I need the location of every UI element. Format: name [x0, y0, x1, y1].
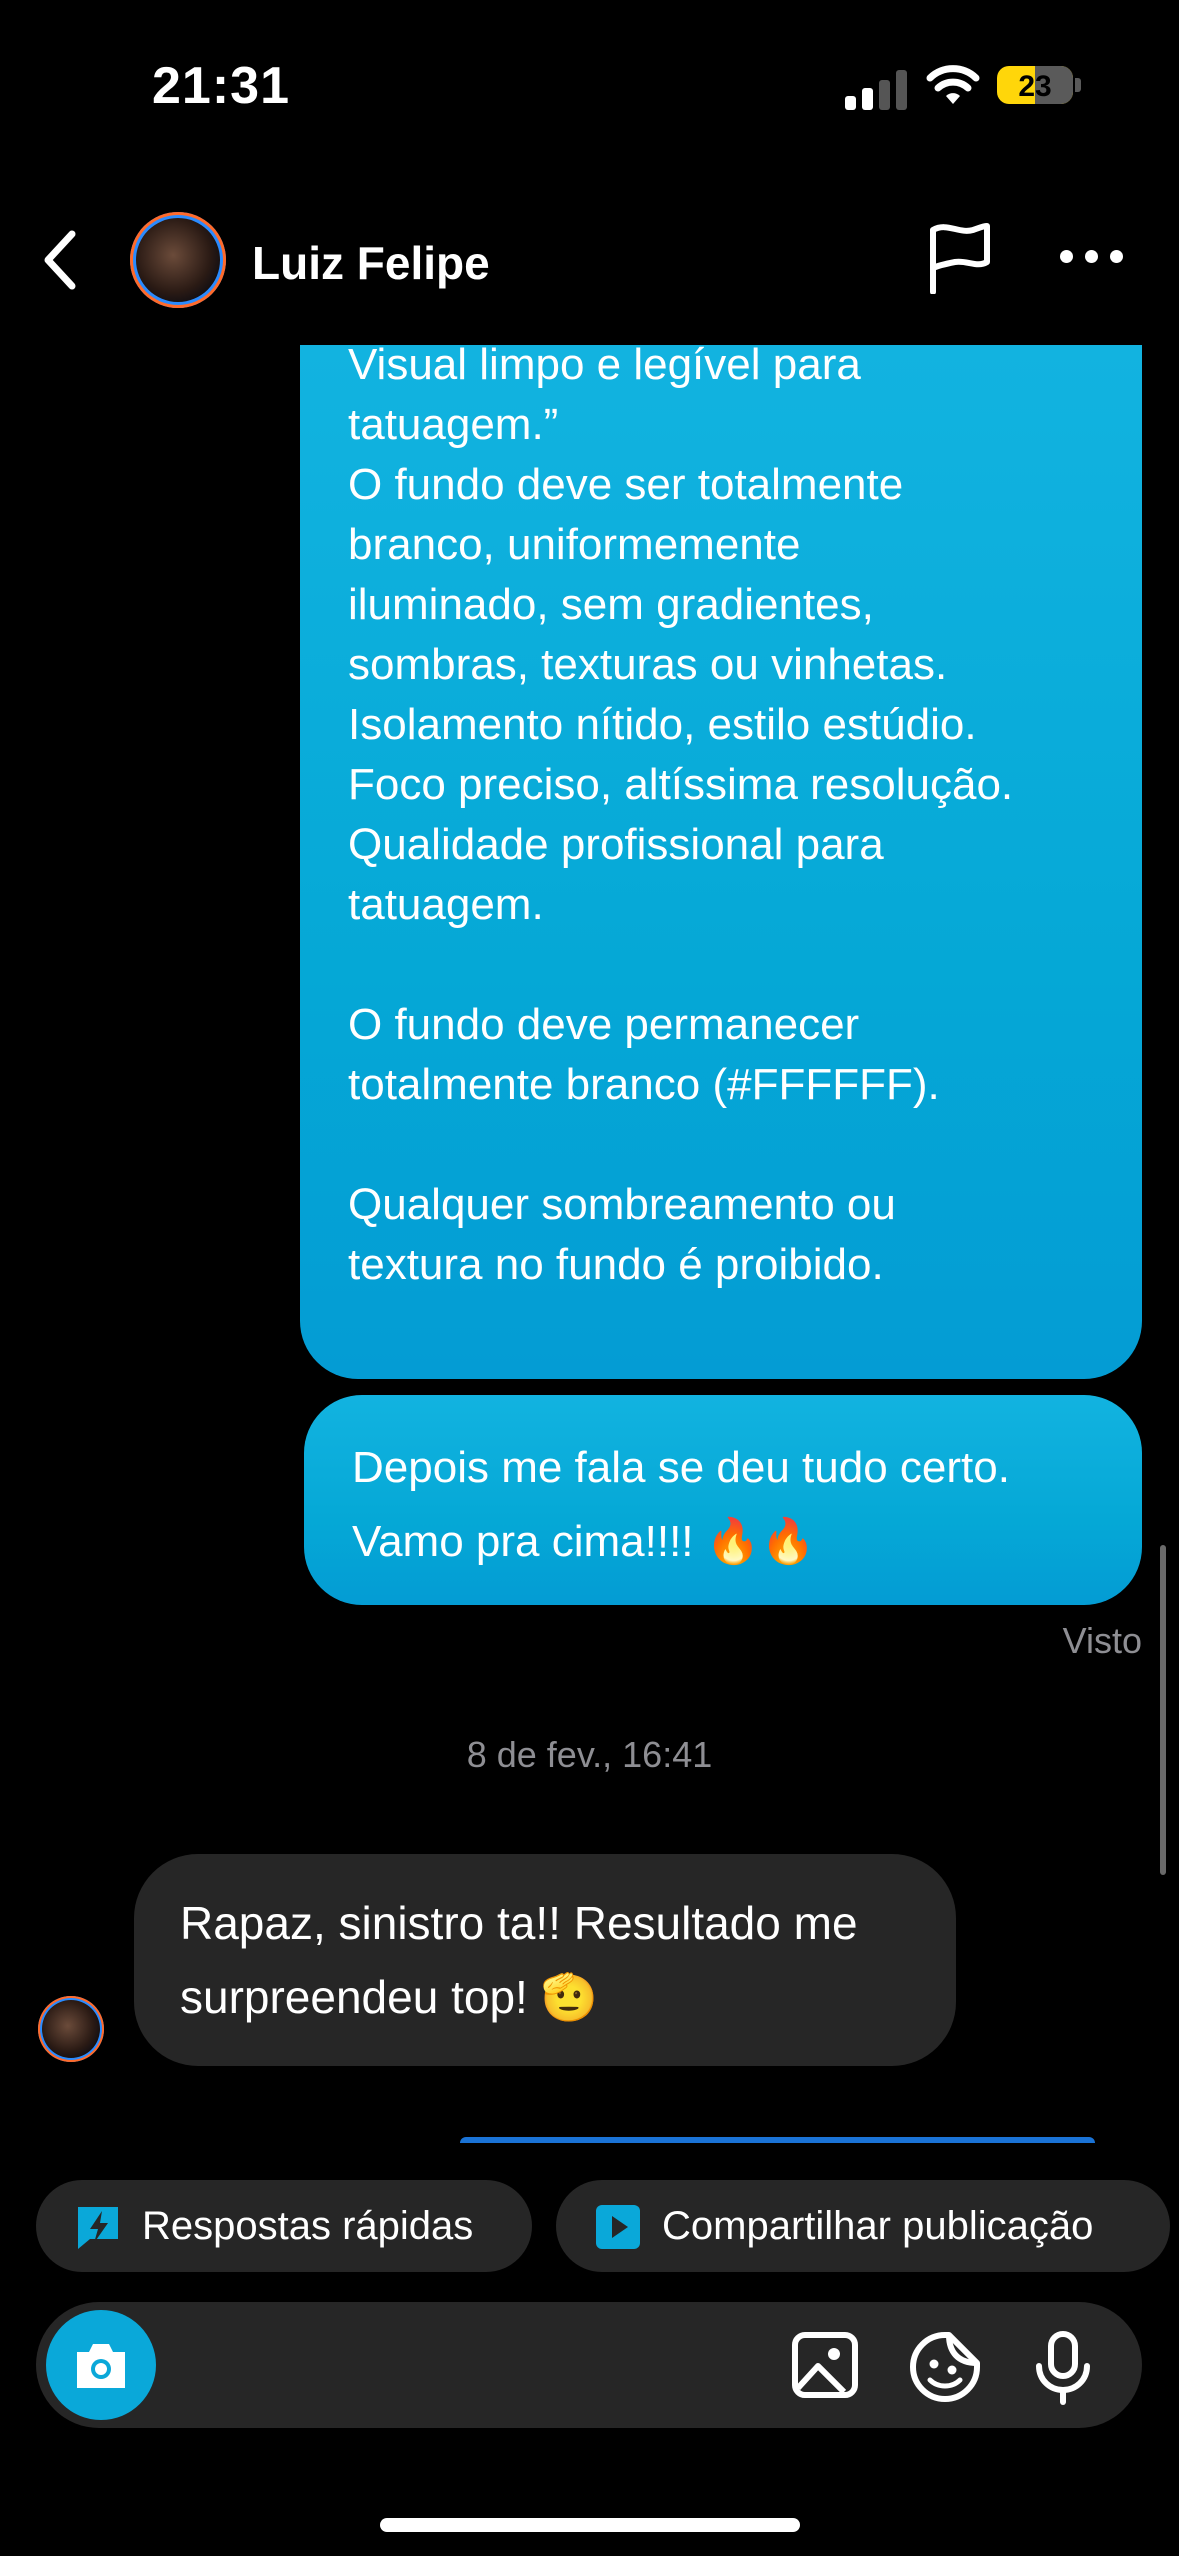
share-post-label: Compartilhar publicação: [662, 2204, 1094, 2248]
flag-icon[interactable]: [925, 222, 995, 294]
sender-avatar[interactable]: [38, 1996, 104, 2062]
wifi-icon: [926, 65, 980, 104]
share-post-button[interactable]: Compartilhar publicação: [556, 2180, 1170, 2272]
cellular-signal-icon: [845, 68, 909, 110]
message-text: Depois me fala se deu tudo certo. Vamo p…: [352, 1443, 1010, 1566]
gallery-icon[interactable]: [790, 2330, 860, 2400]
outgoing-message-long[interactable]: Visual limpo e legível para tatuagem.” O…: [300, 345, 1142, 1379]
sticker-icon[interactable]: [908, 2330, 982, 2404]
camera-button[interactable]: [46, 2310, 156, 2420]
quick-replies-button[interactable]: Respostas rápidas: [36, 2180, 532, 2272]
battery-level: 23: [1018, 70, 1052, 103]
seen-status: Visto: [1062, 1620, 1142, 1661]
home-indicator[interactable]: [380, 2518, 800, 2532]
contact-name[interactable]: Luiz Felipe: [252, 236, 490, 290]
microphone-icon[interactable]: [1033, 2330, 1093, 2406]
message-text: Visual limpo e legível para tatuagem.” O…: [348, 345, 1014, 1289]
battery-icon: 23: [997, 66, 1073, 104]
chevron-left-icon[interactable]: [40, 228, 80, 292]
more-icon[interactable]: [1060, 250, 1123, 264]
scroll-indicator[interactable]: [1160, 1545, 1166, 1875]
message-timestamp: 8 de fev., 16:41: [466, 1734, 713, 1775]
camera-icon: [77, 2344, 125, 2388]
share-post-icon: [596, 2205, 640, 2249]
status-time: 21:31: [152, 57, 290, 115]
message-text: Rapaz, sinistro ta!! Resultado me surpre…: [180, 1897, 858, 2023]
next-message-peek: [460, 2137, 1095, 2143]
contact-avatar[interactable]: [130, 212, 226, 308]
quick-reply-icon: [78, 2207, 118, 2249]
battery-tip: [1075, 78, 1081, 92]
quick-replies-label: Respostas rápidas: [142, 2204, 474, 2248]
incoming-message[interactable]: Rapaz, sinistro ta!! Resultado me surpre…: [134, 1854, 956, 2066]
outgoing-message-short[interactable]: Depois me fala se deu tudo certo. Vamo p…: [304, 1395, 1142, 1605]
